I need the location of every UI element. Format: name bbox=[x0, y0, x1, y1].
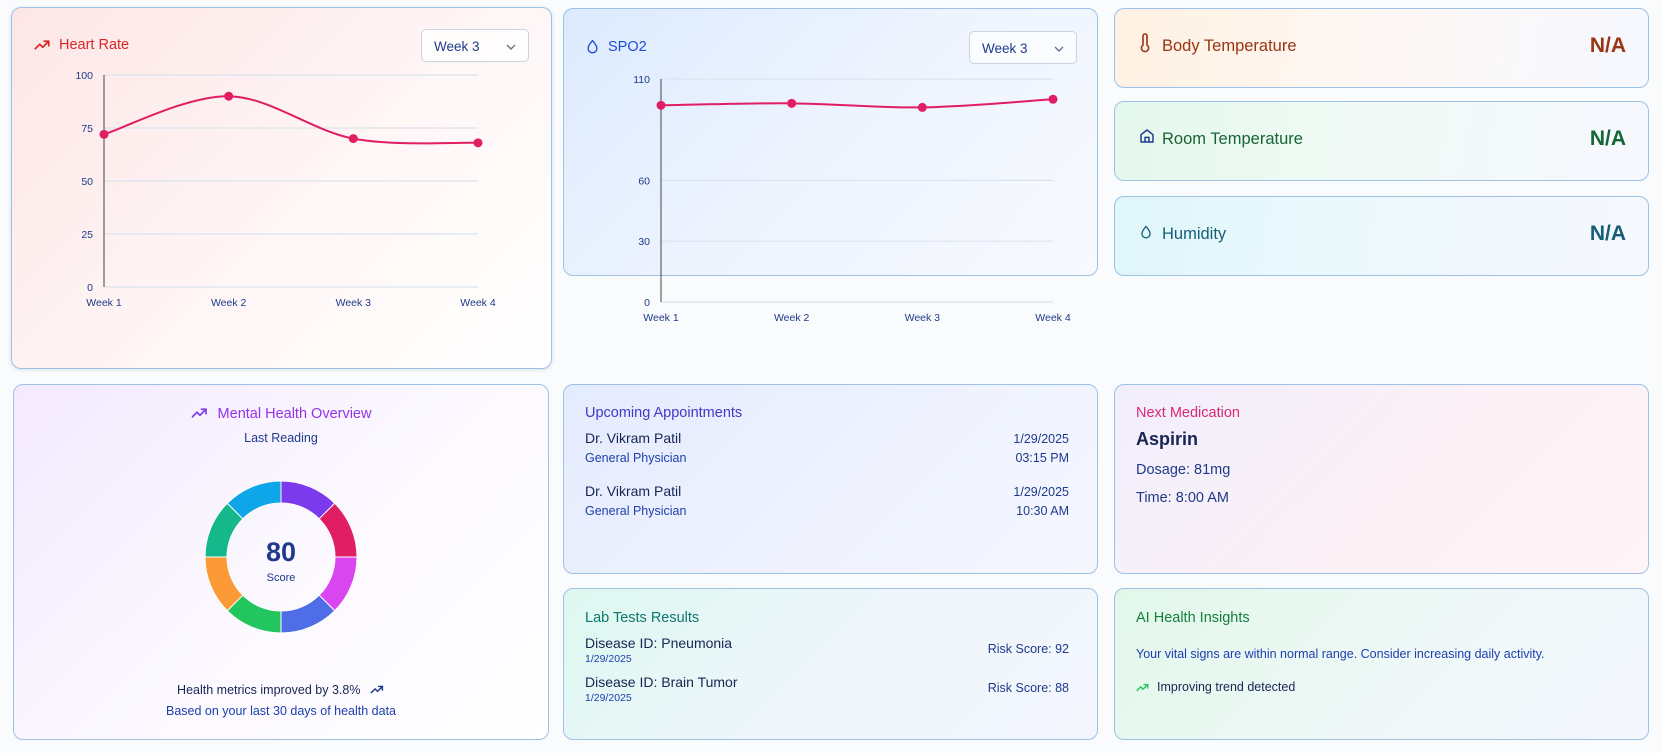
home-icon bbox=[1140, 129, 1154, 143]
x-tick-label: Week 1 bbox=[86, 297, 122, 309]
spo2-week-value: Week 3 bbox=[982, 41, 1028, 56]
lab-results-card: Lab Tests Results Disease ID: Pneumonia … bbox=[563, 588, 1098, 740]
lab-result-item[interactable]: Disease ID: Pneumonia 1/29/2025 Risk Sco… bbox=[585, 635, 1069, 671]
ai-insights-card: AI Health Insights Your vital signs are … bbox=[1114, 588, 1649, 740]
mental-health-card: Mental Health Overview Last Reading 80 S… bbox=[13, 384, 549, 740]
improvement-label: Health metrics improved by 3.8% bbox=[177, 683, 361, 697]
series-line bbox=[103, 95, 479, 145]
lab-result-item[interactable]: Disease ID: Brain Tumor 1/29/2025 Risk S… bbox=[585, 674, 1069, 710]
medication-time: Time: 8:00 AM bbox=[1136, 490, 1229, 506]
droplet-icon bbox=[1141, 225, 1151, 239]
appointment-doctor: Dr. Vikram Patil bbox=[585, 483, 682, 499]
appointment-specialty: General Physician bbox=[585, 504, 687, 518]
x-tick-label: Week 2 bbox=[774, 312, 810, 324]
trending-up-icon bbox=[191, 408, 207, 418]
lab-disease: Disease ID: Pneumonia bbox=[585, 635, 733, 651]
y-tick-label: 0 bbox=[87, 282, 93, 294]
humidity-card: Humidity N/A bbox=[1114, 196, 1649, 276]
data-point[interactable] bbox=[224, 91, 234, 101]
medication-dosage: Dosage: 81mg bbox=[1136, 462, 1231, 478]
room-temperature-card: Room Temperature N/A bbox=[1114, 101, 1649, 181]
ai-insights-text: Your vital signs are within normal range… bbox=[1136, 647, 1545, 661]
room-temperature-value: N/A bbox=[1589, 127, 1626, 150]
appointment-item[interactable]: Dr. Vikram Patil General Physician 1/29/… bbox=[585, 430, 1069, 470]
x-tick-label: Week 2 bbox=[211, 297, 247, 309]
lab-date: 1/29/2025 bbox=[585, 653, 632, 665]
appointment-date: 1/29/2025 bbox=[1013, 432, 1069, 446]
mental-health-score-label: Score bbox=[266, 572, 296, 584]
medication-card: Next Medication Aspirin Dosage: 81mg Tim… bbox=[1114, 384, 1649, 574]
thermometer-icon bbox=[1140, 33, 1150, 53]
body-temperature-label: Body Temperature bbox=[1162, 37, 1297, 55]
lab-risk-score: Risk Score: 92 bbox=[987, 642, 1069, 656]
body-temperature-value: N/A bbox=[1589, 34, 1626, 57]
heart-rate-chart: 0 25 50 75 100 Week 1 Week 2 Week 3 Week 4 bbox=[75, 70, 496, 309]
x-tick-label: Week 3 bbox=[905, 312, 941, 324]
data-point[interactable] bbox=[473, 138, 483, 148]
lab-disease: Disease ID: Brain Tumor bbox=[585, 674, 738, 690]
data-point[interactable] bbox=[99, 129, 109, 139]
data-point[interactable] bbox=[348, 134, 358, 144]
appointment-item[interactable]: Dr. Vikram Patil General Physician 1/29/… bbox=[585, 483, 1069, 523]
x-tick-label: Week 4 bbox=[460, 297, 496, 309]
x-tick-label: Week 4 bbox=[1035, 312, 1071, 324]
x-tick-label: Week 1 bbox=[643, 312, 679, 324]
trending-up-icon bbox=[1136, 683, 1149, 691]
spo2-title-label: SPO2 bbox=[608, 38, 647, 55]
humidity-value: N/A bbox=[1589, 222, 1626, 245]
appointment-date: 1/29/2025 bbox=[1013, 485, 1069, 499]
medication-name: Aspirin bbox=[1136, 429, 1199, 449]
humidity-label: Humidity bbox=[1162, 225, 1227, 243]
data-footnote: Based on your last 30 days of health dat… bbox=[165, 704, 397, 718]
ai-insights-title: AI Health Insights bbox=[1136, 610, 1250, 626]
chevron-down-icon bbox=[1054, 46, 1064, 52]
trend-label: Improving trend detected bbox=[1157, 680, 1296, 694]
appointments-title: Upcoming Appointments bbox=[585, 405, 743, 421]
appointments-card: Upcoming Appointments Dr. Vikram Patil G… bbox=[563, 384, 1098, 574]
trend-indicator: Improving trend detected bbox=[1136, 680, 1295, 694]
mental-health-score: 80 bbox=[265, 537, 297, 567]
appointment-time: 03:15 PM bbox=[1015, 451, 1069, 465]
spo2-title: SPO2 bbox=[585, 38, 647, 55]
y-tick-label: 75 bbox=[81, 123, 93, 135]
lab-results-title: Lab Tests Results bbox=[585, 610, 700, 626]
lab-date: 1/29/2025 bbox=[585, 692, 632, 704]
mental-health-title-label: Mental Health Overview bbox=[217, 406, 372, 422]
body-temperature-card: Body Temperature N/A bbox=[1114, 8, 1649, 88]
appointment-time: 10:30 AM bbox=[1016, 504, 1069, 518]
appointment-doctor: Dr. Vikram Patil bbox=[585, 430, 682, 446]
room-temperature-label: Room Temperature bbox=[1162, 130, 1303, 148]
medication-title: Next Medication bbox=[1136, 405, 1240, 421]
y-tick-label: 25 bbox=[81, 229, 93, 241]
heart-rate-card: Heart Rate Week 3 0 25 50 75 100 Week 1 Week 2… bbox=[11, 7, 552, 369]
x-tick-label: Week 3 bbox=[336, 297, 372, 309]
improvement-text: Health metrics improved by 3.8% bbox=[14, 683, 548, 697]
mental-health-title: Mental Health Overview bbox=[14, 406, 548, 422]
droplet-icon bbox=[587, 39, 598, 54]
trending-up-icon bbox=[370, 685, 384, 694]
y-tick-label: 0 bbox=[644, 297, 650, 309]
y-tick-label: 100 bbox=[75, 70, 93, 82]
lab-risk-score: Risk Score: 88 bbox=[987, 681, 1069, 695]
last-reading-label: Last Reading bbox=[244, 431, 318, 445]
appointment-specialty: General Physician bbox=[585, 451, 687, 465]
y-tick-label: 50 bbox=[81, 176, 93, 188]
spo2-week-select[interactable]: Week 3 bbox=[969, 31, 1077, 64]
